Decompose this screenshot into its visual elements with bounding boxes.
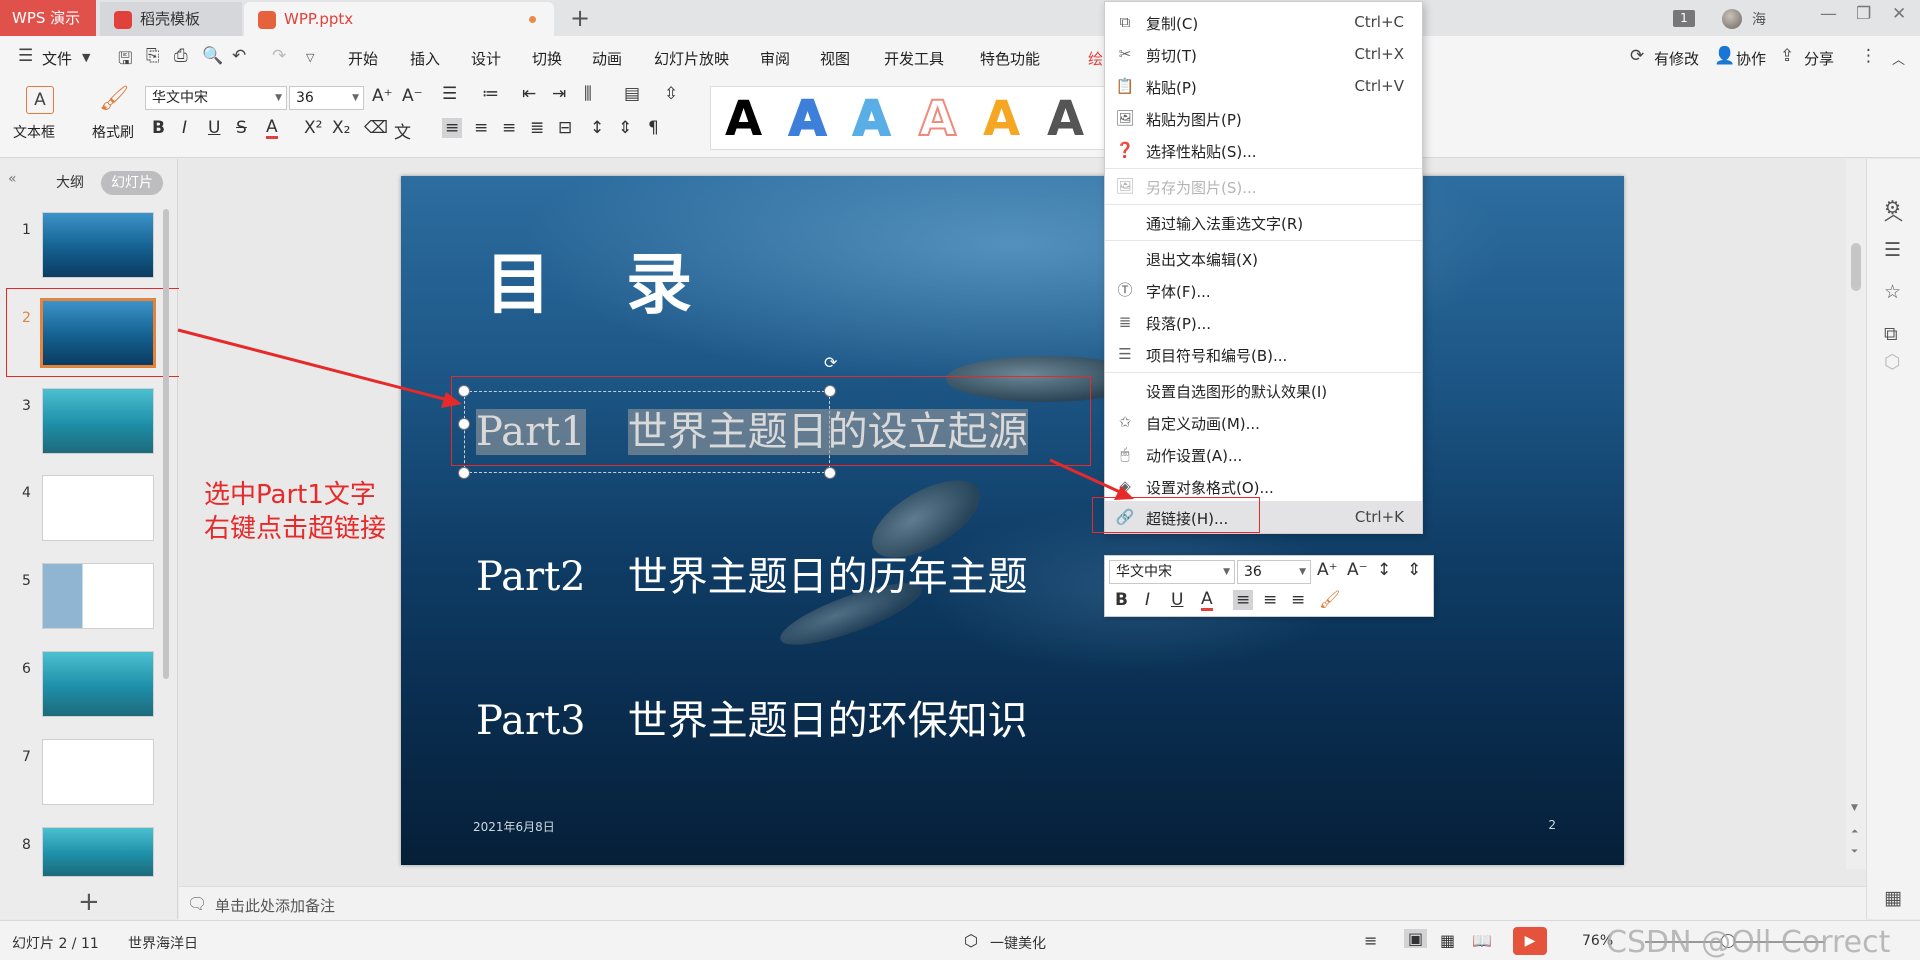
- annotation-arrows: [177, 328, 1134, 500]
- annotation-arrowhead-2: [1114, 486, 1134, 500]
- annotation-arrowhead-1: [441, 392, 462, 408]
- annotation-arrow-2: [1049, 458, 1121, 494]
- annotation-arrow-1: [177, 328, 449, 402]
